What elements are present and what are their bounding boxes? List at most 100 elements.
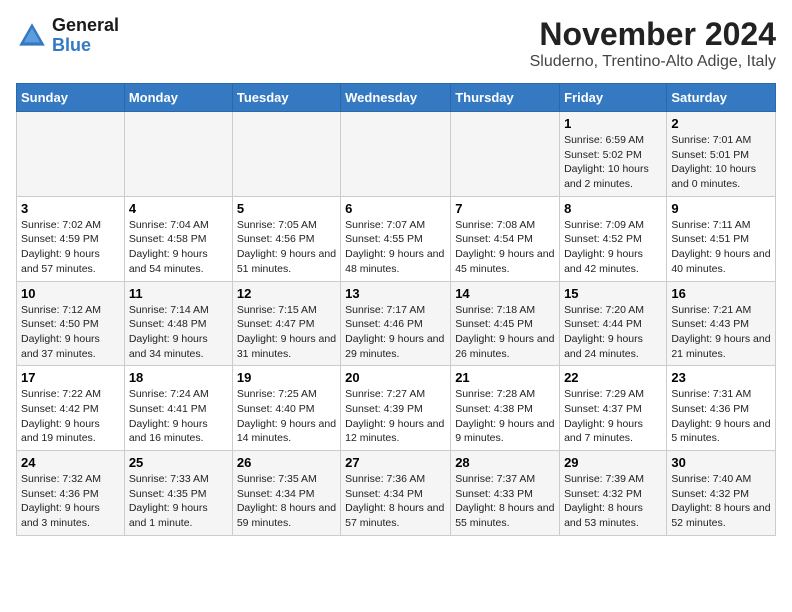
logo-line1: General	[52, 16, 119, 36]
day-info: Sunrise: 7:20 AM Sunset: 4:44 PM Dayligh…	[564, 303, 662, 362]
calendar-cell: 5Sunrise: 7:05 AM Sunset: 4:56 PM Daylig…	[232, 196, 340, 281]
day-info: Sunrise: 7:09 AM Sunset: 4:52 PM Dayligh…	[564, 218, 662, 277]
day-number: 26	[237, 455, 336, 470]
day-info: Sunrise: 7:32 AM Sunset: 4:36 PM Dayligh…	[21, 472, 120, 531]
calendar-cell: 30 Sunrise: 7:40 AM Sunset: 4:32 PM Dayli…	[667, 451, 776, 536]
calendar-cell	[341, 112, 451, 197]
location-title: Sluderno, Trentino-Alto Adige, Italy	[530, 53, 776, 71]
day-header-sunday: Sunday	[17, 84, 125, 112]
week-row: 1 Sunrise: 6:59 AM Sunset: 5:02 PM Daylig…	[17, 112, 776, 197]
day-header-monday: Monday	[124, 84, 232, 112]
logo-line2: Blue	[52, 36, 119, 56]
calendar-cell: 13Sunrise: 7:17 AM Sunset: 4:46 PM Dayli…	[341, 281, 451, 366]
day-info: Sunrise: 7:21 AM Sunset: 4:43 PM Dayligh…	[671, 303, 771, 362]
week-row: 3 Sunrise: 7:02 AM Sunset: 4:59 PM Daylig…	[17, 196, 776, 281]
day-header-tuesday: Tuesday	[232, 84, 340, 112]
day-number: 25	[129, 455, 228, 470]
day-info: Sunrise: 7:01 AM Sunset: 5:01 PM Dayligh…	[671, 133, 771, 192]
day-number: 11	[129, 286, 228, 301]
day-info: Sunrise: 7:25 AM Sunset: 4:40 PM Dayligh…	[237, 387, 336, 446]
day-info: Sunrise: 7:39 AM Sunset: 4:32 PM Dayligh…	[564, 472, 662, 531]
calendar-cell	[232, 112, 340, 197]
day-info: Sunrise: 7:31 AM Sunset: 4:36 PM Dayligh…	[671, 387, 771, 446]
calendar-cell: 18Sunrise: 7:24 AM Sunset: 4:41 PM Dayli…	[124, 366, 232, 451]
day-number: 5	[237, 201, 336, 216]
calendar-cell: 11 Sunrise: 7:14 AM Sunset: 4:48 PM Dayli…	[124, 281, 232, 366]
day-info: Sunrise: 7:12 AM Sunset: 4:50 PM Dayligh…	[21, 303, 120, 362]
day-number: 20	[345, 370, 446, 385]
day-number: 10	[21, 286, 120, 301]
calendar-cell: 4 Sunrise: 7:04 AM Sunset: 4:58 PM Daylig…	[124, 196, 232, 281]
calendar-cell: 9 Sunrise: 7:11 AM Sunset: 4:51 PM Daylig…	[667, 196, 776, 281]
day-info: Sunrise: 7:15 AM Sunset: 4:47 PM Dayligh…	[237, 303, 336, 362]
day-info: Sunrise: 7:33 AM Sunset: 4:35 PM Dayligh…	[129, 472, 228, 531]
calendar-cell: 28Sunrise: 7:37 AM Sunset: 4:33 PM Dayli…	[451, 451, 560, 536]
week-row: 24 Sunrise: 7:32 AM Sunset: 4:36 PM Dayli…	[17, 451, 776, 536]
calendar-cell: 15 Sunrise: 7:20 AM Sunset: 4:44 PM Dayli…	[560, 281, 667, 366]
day-number: 9	[671, 201, 771, 216]
calendar-cell: 2 Sunrise: 7:01 AM Sunset: 5:01 PM Daylig…	[667, 112, 776, 197]
calendar-cell: 19 Sunrise: 7:25 AM Sunset: 4:40 PM Dayli…	[232, 366, 340, 451]
header-row: SundayMondayTuesdayWednesdayThursdayFrid…	[17, 84, 776, 112]
day-info: Sunrise: 7:11 AM Sunset: 4:51 PM Dayligh…	[671, 218, 771, 277]
day-number: 3	[21, 201, 120, 216]
day-info: Sunrise: 7:36 AM Sunset: 4:34 PM Dayligh…	[345, 472, 446, 531]
day-number: 22	[564, 370, 662, 385]
calendar-cell: 7 Sunrise: 7:08 AM Sunset: 4:54 PM Daylig…	[451, 196, 560, 281]
day-number: 27	[345, 455, 446, 470]
day-number: 15	[564, 286, 662, 301]
day-number: 23	[671, 370, 771, 385]
calendar-cell: 16 Sunrise: 7:21 AM Sunset: 4:43 PM Dayli…	[667, 281, 776, 366]
calendar-cell: 23 Sunrise: 7:31 AM Sunset: 4:36 PM Dayli…	[667, 366, 776, 451]
calendar-cell: 21 Sunrise: 7:28 AM Sunset: 4:38 PM Dayli…	[451, 366, 560, 451]
day-info: Sunrise: 7:37 AM Sunset: 4:33 PM Dayligh…	[455, 472, 555, 531]
day-number: 8	[564, 201, 662, 216]
day-info: Sunrise: 7:27 AM Sunset: 4:39 PM Dayligh…	[345, 387, 446, 446]
calendar-cell: 3 Sunrise: 7:02 AM Sunset: 4:59 PM Daylig…	[17, 196, 125, 281]
calendar-cell: 22 Sunrise: 7:29 AM Sunset: 4:37 PM Dayli…	[560, 366, 667, 451]
calendar-cell	[17, 112, 125, 197]
month-title: November 2024	[530, 16, 776, 53]
day-info: Sunrise: 7:29 AM Sunset: 4:37 PM Dayligh…	[564, 387, 662, 446]
day-info: Sunrise: 7:40 AM Sunset: 4:32 PM Dayligh…	[671, 472, 771, 531]
day-number: 24	[21, 455, 120, 470]
calendar-cell: 10 Sunrise: 7:12 AM Sunset: 4:50 PM Dayli…	[17, 281, 125, 366]
day-number: 14	[455, 286, 555, 301]
day-number: 18	[129, 370, 228, 385]
day-info: Sunrise: 7:08 AM Sunset: 4:54 PM Dayligh…	[455, 218, 555, 277]
calendar-cell: 25 Sunrise: 7:33 AM Sunset: 4:35 PM Dayli…	[124, 451, 232, 536]
day-header-friday: Friday	[560, 84, 667, 112]
day-info: Sunrise: 6:59 AM Sunset: 5:02 PM Dayligh…	[564, 133, 662, 192]
day-info: Sunrise: 7:14 AM Sunset: 4:48 PM Dayligh…	[129, 303, 228, 362]
day-info: Sunrise: 7:04 AM Sunset: 4:58 PM Dayligh…	[129, 218, 228, 277]
day-header-wednesday: Wednesday	[341, 84, 451, 112]
day-info: Sunrise: 7:02 AM Sunset: 4:59 PM Dayligh…	[21, 218, 120, 277]
day-info: Sunrise: 7:22 AM Sunset: 4:42 PM Dayligh…	[21, 387, 120, 446]
day-number: 16	[671, 286, 771, 301]
logo-icon	[16, 20, 48, 52]
day-number: 12	[237, 286, 336, 301]
title-area: November 2024 Sluderno, Trentino-Alto Ad…	[530, 16, 776, 71]
day-number: 1	[564, 116, 662, 131]
calendar-cell: 29 Sunrise: 7:39 AM Sunset: 4:32 PM Dayli…	[560, 451, 667, 536]
day-number: 7	[455, 201, 555, 216]
day-header-saturday: Saturday	[667, 84, 776, 112]
day-info: Sunrise: 7:18 AM Sunset: 4:45 PM Dayligh…	[455, 303, 555, 362]
week-row: 10 Sunrise: 7:12 AM Sunset: 4:50 PM Dayli…	[17, 281, 776, 366]
day-number: 29	[564, 455, 662, 470]
calendar-cell: 17Sunrise: 7:22 AM Sunset: 4:42 PM Dayli…	[17, 366, 125, 451]
calendar-cell: 1 Sunrise: 6:59 AM Sunset: 5:02 PM Daylig…	[560, 112, 667, 197]
day-number: 19	[237, 370, 336, 385]
header: General Blue November 2024 Sluderno, Tre…	[16, 16, 776, 71]
day-number: 6	[345, 201, 446, 216]
day-number: 21	[455, 370, 555, 385]
calendar-cell: 6Sunrise: 7:07 AM Sunset: 4:55 PM Daylig…	[341, 196, 451, 281]
calendar-cell: 8 Sunrise: 7:09 AM Sunset: 4:52 PM Daylig…	[560, 196, 667, 281]
day-number: 2	[671, 116, 771, 131]
day-number: 4	[129, 201, 228, 216]
calendar-cell: 27 Sunrise: 7:36 AM Sunset: 4:34 PM Dayli…	[341, 451, 451, 536]
week-row: 17Sunrise: 7:22 AM Sunset: 4:42 PM Dayli…	[17, 366, 776, 451]
day-number: 30	[671, 455, 771, 470]
day-info: Sunrise: 7:28 AM Sunset: 4:38 PM Dayligh…	[455, 387, 555, 446]
calendar-cell	[124, 112, 232, 197]
